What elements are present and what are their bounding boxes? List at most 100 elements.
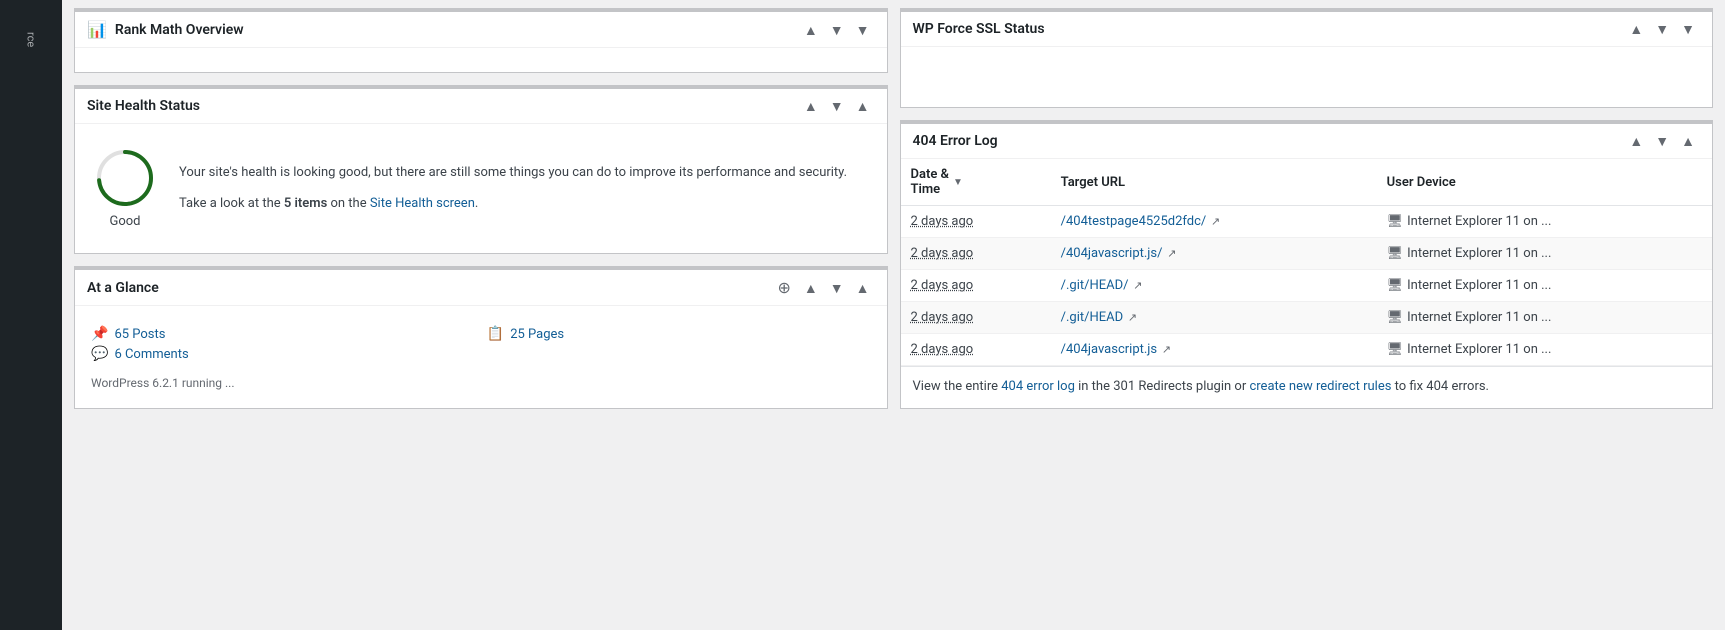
error-url-link[interactable]: /.git/HEAD bbox=[1061, 310, 1124, 325]
pages-link[interactable]: 25 Pages bbox=[510, 327, 564, 342]
site-health-widget: Site Health Status ▲ ▼ ▲ bbox=[74, 85, 888, 254]
error-url-link[interactable]: /404testpage4525d2fdc/ bbox=[1061, 214, 1207, 229]
table-row: 2 days ago/.git/HEAD ↗🖥Internet Explorer… bbox=[901, 302, 1713, 334]
sidebar: rce bbox=[0, 0, 62, 630]
at-a-glance-controls: ▲ ▼ ▲ bbox=[799, 279, 875, 297]
wp-force-ssl-widget: WP Force SSL Status ▲ ▼ ▼ bbox=[900, 8, 1714, 108]
error-log-widget: 404 Error Log ▲ ▼ ▲ bbox=[900, 120, 1714, 409]
device-icon: 🖥 bbox=[1387, 342, 1404, 357]
device-icon: 🖥 bbox=[1387, 214, 1404, 229]
site-health-widget-header[interactable]: Site Health Status ▲ ▼ ▲ bbox=[75, 89, 887, 124]
error-url-link[interactable]: /404javascript.js/ bbox=[1061, 246, 1163, 261]
external-link-icon: ↗ bbox=[1208, 215, 1220, 228]
error-device-cell: 🖥Internet Explorer 11 on ... bbox=[1377, 238, 1712, 270]
pages-icon: 📋 bbox=[487, 326, 504, 342]
device-text: Internet Explorer 11 on ... bbox=[1407, 246, 1551, 261]
rank-math-menu-btn[interactable]: ▼ bbox=[851, 21, 875, 39]
wp-force-ssl-widget-body bbox=[901, 47, 1713, 107]
posts-link[interactable]: 65 Posts bbox=[114, 327, 165, 342]
health-description: Your site's health is looking good, but … bbox=[179, 163, 847, 215]
at-a-glance-widget-body: 📌 65 Posts 📋 25 Pages 💬 6 Comments bbox=[75, 306, 887, 408]
error-log-menu-btn[interactable]: ▲ bbox=[1676, 132, 1700, 150]
health-status-label: Good bbox=[109, 214, 140, 229]
comments-icon: 💬 bbox=[91, 346, 108, 362]
error-device-cell: 🖥Internet Explorer 11 on ... bbox=[1377, 334, 1712, 366]
error-date-cell: 2 days ago bbox=[901, 270, 1051, 302]
external-link-icon: ↗ bbox=[1159, 343, 1171, 356]
error-date-cell: 2 days ago bbox=[901, 302, 1051, 334]
table-row: 2 days ago/404testpage4525d2fdc/ ↗🖥Inter… bbox=[901, 206, 1713, 238]
col-target-url: Target URL bbox=[1051, 159, 1377, 206]
health-circle-svg bbox=[95, 148, 155, 208]
create-redirect-rules-link[interactable]: create new redirect rules bbox=[1249, 379, 1391, 394]
right-column: WP Force SSL Status ▲ ▼ ▼ 404 Error Log bbox=[900, 8, 1714, 409]
glance-posts: 📌 65 Posts bbox=[91, 326, 475, 342]
col-user-device: User Device bbox=[1377, 159, 1712, 206]
error-device-cell: 🖥Internet Explorer 11 on ... bbox=[1377, 302, 1712, 334]
table-row: 2 days ago/.git/HEAD/ ↗🖥Internet Explore… bbox=[901, 270, 1713, 302]
device-icon: 🖥 bbox=[1387, 310, 1404, 325]
at-a-glance-widget: At a Glance ⊕ ▲ ▼ ▲ 📌 bbox=[74, 266, 888, 409]
at-a-glance-collapse-up-btn[interactable]: ▲ bbox=[799, 279, 823, 297]
device-text: Internet Explorer 11 on ... bbox=[1407, 342, 1551, 357]
error-url-cell: /.git/HEAD/ ↗ bbox=[1051, 270, 1377, 302]
glance-grid: 📌 65 Posts 📋 25 Pages 💬 6 Comments bbox=[87, 318, 875, 370]
error-url-cell: /.git/HEAD ↗ bbox=[1051, 302, 1377, 334]
table-row: 2 days ago/404javascript.js ↗🖥Internet E… bbox=[901, 334, 1713, 366]
at-a-glance-widget-header[interactable]: At a Glance ⊕ ▲ ▼ ▲ bbox=[75, 270, 887, 306]
error-url-cell: /404javascript.js ↗ bbox=[1051, 334, 1377, 366]
rank-math-widget: 📊 Rank Math Overview ▲ ▼ ▼ bbox=[74, 8, 888, 73]
error-url-link[interactable]: /.git/HEAD/ bbox=[1061, 278, 1129, 293]
at-a-glance-menu-btn[interactable]: ▲ bbox=[851, 279, 875, 297]
site-health-content: Good Your site's health is looking good,… bbox=[87, 136, 875, 241]
error-log-widget-title: 404 Error Log bbox=[913, 133, 998, 149]
error-log-widget-body: Date &Time ▼ Target URL User Device 2 da… bbox=[901, 159, 1713, 408]
left-column: 📊 Rank Math Overview ▲ ▼ ▼ Site Healt bbox=[74, 8, 888, 409]
site-health-collapse-up-btn[interactable]: ▲ bbox=[799, 97, 823, 115]
rank-math-widget-title: 📊 Rank Math Overview bbox=[87, 20, 244, 39]
at-a-glance-widget-title: At a Glance bbox=[87, 280, 159, 296]
device-text: Internet Explorer 11 on ... bbox=[1407, 214, 1551, 229]
error-log-footer: View the entire 404 error log in the 301… bbox=[901, 366, 1713, 408]
wp-force-ssl-controls: ▲ ▼ ▼ bbox=[1624, 20, 1700, 38]
rank-math-widget-body bbox=[75, 48, 887, 72]
error-device-cell: 🖥Internet Explorer 11 on ... bbox=[1377, 270, 1712, 302]
device-icon: 🖥 bbox=[1387, 278, 1404, 293]
wp-force-ssl-menu-btn[interactable]: ▼ bbox=[1676, 20, 1700, 38]
health-desc-1: Your site's health is looking good, but … bbox=[179, 163, 847, 184]
site-health-menu-btn[interactable]: ▲ bbox=[851, 97, 875, 115]
error-log-collapse-down-btn[interactable]: ▼ bbox=[1650, 132, 1674, 150]
wp-force-ssl-collapse-down-btn[interactable]: ▼ bbox=[1650, 20, 1674, 38]
error-url-cell: /404testpage4525d2fdc/ ↗ bbox=[1051, 206, 1377, 238]
site-health-screen-link[interactable]: Site Health screen bbox=[370, 196, 475, 211]
move-icon[interactable]: ⊕ bbox=[778, 278, 791, 297]
col-date-time[interactable]: Date &Time ▼ bbox=[901, 159, 1051, 206]
glance-pages: 📋 25 Pages bbox=[487, 326, 871, 342]
rank-math-collapse-down-btn[interactable]: ▼ bbox=[825, 21, 849, 39]
sidebar-label: rce bbox=[17, 20, 46, 59]
error-url-link[interactable]: /404javascript.js bbox=[1061, 342, 1158, 357]
error-date-cell: 2 days ago bbox=[901, 334, 1051, 366]
health-circle-container: Good bbox=[95, 148, 155, 229]
at-a-glance-collapse-down-btn[interactable]: ▼ bbox=[825, 279, 849, 297]
rank-math-widget-header[interactable]: 📊 Rank Math Overview ▲ ▼ ▼ bbox=[75, 12, 887, 48]
error-log-collapse-up-btn[interactable]: ▲ bbox=[1624, 132, 1648, 150]
error-log-full-link[interactable]: 404 error log bbox=[1001, 379, 1075, 394]
external-link-icon: ↗ bbox=[1125, 311, 1137, 324]
dashboard-grid: 📊 Rank Math Overview ▲ ▼ ▼ Site Healt bbox=[74, 0, 1713, 409]
site-health-collapse-down-btn[interactable]: ▼ bbox=[825, 97, 849, 115]
comments-link[interactable]: 6 Comments bbox=[114, 347, 188, 362]
rank-math-collapse-up-btn[interactable]: ▲ bbox=[799, 21, 823, 39]
wp-force-ssl-widget-title: WP Force SSL Status bbox=[913, 21, 1045, 37]
device-text: Internet Explorer 11 on ... bbox=[1407, 310, 1551, 325]
wp-version-info: WordPress 6.2.1 running ... bbox=[87, 370, 875, 396]
external-link-icon: ↗ bbox=[1165, 247, 1177, 260]
date-sort-arrow: ▼ bbox=[953, 177, 963, 188]
site-health-widget-body: Good Your site's health is looking good,… bbox=[75, 124, 887, 253]
main-content: 📊 Rank Math Overview ▲ ▼ ▼ Site Healt bbox=[62, 0, 1725, 630]
error-log-table: Date &Time ▼ Target URL User Device 2 da… bbox=[901, 159, 1713, 366]
wp-force-ssl-collapse-up-btn[interactable]: ▲ bbox=[1624, 20, 1648, 38]
error-device-cell: 🖥Internet Explorer 11 on ... bbox=[1377, 206, 1712, 238]
error-log-widget-header[interactable]: 404 Error Log ▲ ▼ ▲ bbox=[901, 124, 1713, 159]
wp-force-ssl-widget-header[interactable]: WP Force SSL Status ▲ ▼ ▼ bbox=[901, 12, 1713, 47]
